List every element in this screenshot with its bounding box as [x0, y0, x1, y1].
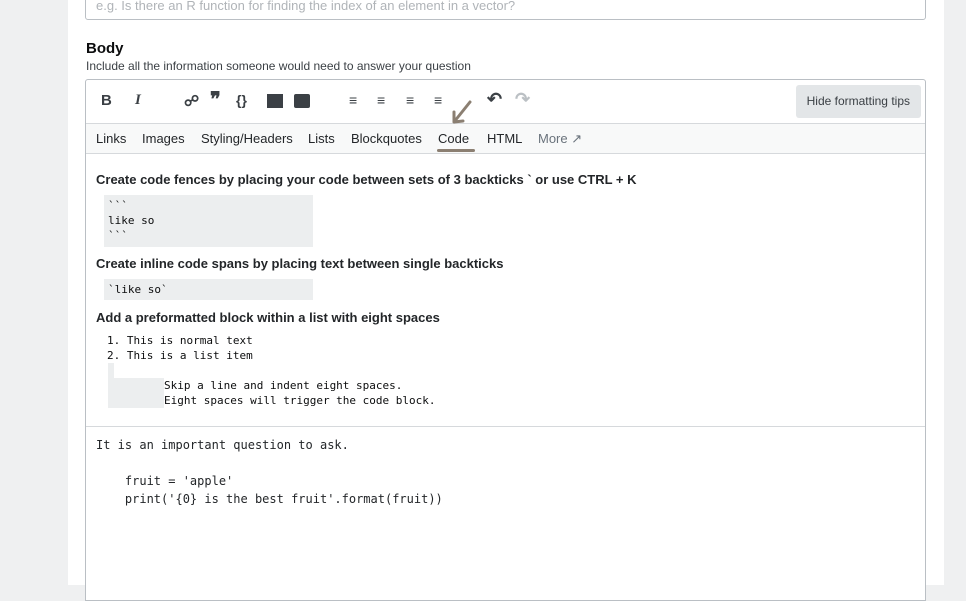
code-help-panel: Create code fences by placing your code … — [86, 154, 925, 427]
editor: B I ☍ ❞ {} ≡ ≡ ≡ ≡ ↶ ↷ Hide formatting t… — [85, 79, 926, 601]
bold-button[interactable]: B — [101, 92, 112, 109]
bulleted-list-icon[interactable]: ≡ — [377, 92, 385, 108]
tab-styling-headers[interactable]: Styling/Headers — [201, 131, 293, 146]
external-link-icon: ↗ — [571, 131, 583, 146]
tab-code[interactable]: Code — [438, 131, 469, 146]
undo-icon[interactable]: ↶ — [487, 89, 502, 110]
tab-html[interactable]: HTML — [487, 131, 522, 146]
tab-blockquotes[interactable]: Blockquotes — [351, 131, 422, 146]
tab-more-label: More — [538, 131, 568, 146]
active-tab-underline — [437, 149, 475, 152]
annotation-arrow-icon — [452, 100, 472, 124]
body-textarea[interactable]: It is an important question to ask. frui… — [96, 436, 443, 508]
body-description: Include all the information someone woul… — [86, 59, 471, 73]
horizontal-rule-icon[interactable]: ≡ — [434, 92, 442, 108]
code-fence-example: ``` like so ``` — [104, 195, 313, 247]
snippet-icon[interactable] — [294, 94, 310, 108]
formatting-tabs: Links Images Styling/Headers Lists Block… — [86, 123, 925, 154]
body-label: Body — [86, 40, 124, 57]
ordered-list-icon[interactable]: ≡ — [349, 92, 357, 108]
redo-icon[interactable]: ↷ — [515, 89, 530, 110]
tab-more[interactable]: More ↗ — [538, 131, 582, 147]
heading-icon[interactable]: ≡ — [406, 92, 414, 108]
italic-button[interactable]: I — [135, 92, 141, 109]
blockquote-icon[interactable]: ❞ — [210, 87, 221, 112]
hide-formatting-tips-button[interactable]: Hide formatting tips — [795, 85, 921, 118]
title-input[interactable]: e.g. Is there an R function for finding … — [85, 0, 926, 20]
image-icon[interactable] — [267, 94, 283, 108]
list-line-1: 1. This is normal text — [107, 334, 253, 347]
tab-images[interactable]: Images — [142, 131, 185, 146]
link-icon[interactable]: ☍ — [184, 92, 199, 110]
tab-lists[interactable]: Lists — [308, 131, 335, 146]
help-heading-inline: Create inline code spans by placing text… — [96, 256, 504, 271]
tab-links[interactable]: Links — [96, 131, 126, 146]
inline-code-example: `like so` — [104, 279, 313, 300]
preformatted-example: Skip a line and indent eight spaces. Eig… — [164, 379, 436, 407]
code-braces-icon[interactable]: {} — [236, 92, 247, 108]
toolbar: B I ☍ ❞ {} ≡ ≡ ≡ ≡ ↶ ↷ Hide formatting t… — [86, 80, 925, 123]
list-line-2: 2. This is a list item — [107, 349, 253, 362]
title-placeholder: e.g. Is there an R function for finding … — [96, 0, 516, 13]
help-heading-fences: Create code fences by placing your code … — [96, 172, 637, 187]
indent-block — [108, 378, 164, 408]
help-heading-preformatted: Add a preformatted block within a list w… — [96, 310, 440, 325]
